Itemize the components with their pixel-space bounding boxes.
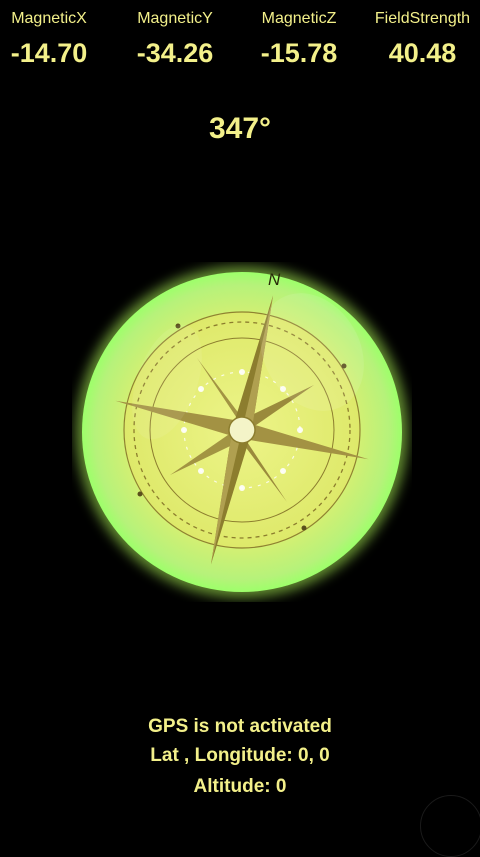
magnetic-y-value: -34.26 (136, 38, 214, 68)
magnetic-y-readout: MagneticY -34.26 (120, 10, 230, 69)
magnetic-z-readout: MagneticZ -15.78 (243, 10, 355, 69)
sensor-readouts: MagneticX -14.70 MagneticY -34.26 Magnet… (0, 10, 480, 80)
magnetic-z-value: -15.78 (260, 38, 338, 68)
field-strength-value: 40.48 (388, 38, 457, 68)
gps-altitude-text: Altitude: 0 (193, 776, 287, 797)
heading-degrees: 347° (208, 112, 272, 145)
magnetic-x-readout: MagneticX -14.70 (0, 10, 98, 69)
field-strength-label: FieldStrength (374, 10, 471, 27)
field-strength-readout: FieldStrength 40.48 (365, 10, 480, 69)
magnetic-y-label: MagneticY (137, 10, 213, 27)
gps-latlon-text: Lat , Longitude: 0, 0 (150, 745, 330, 766)
gps-status-text: GPS is not activated (148, 716, 332, 737)
magnetic-x-value: -14.70 (10, 38, 88, 68)
magnetic-z-label: MagneticZ (261, 10, 337, 27)
compass-rose-icon (76, 266, 408, 598)
north-label: N (268, 270, 281, 289)
magnetic-x-label: MagneticX (11, 10, 87, 27)
compass-dial[interactable]: N (72, 262, 412, 602)
faint-circle-overlay (420, 795, 480, 857)
